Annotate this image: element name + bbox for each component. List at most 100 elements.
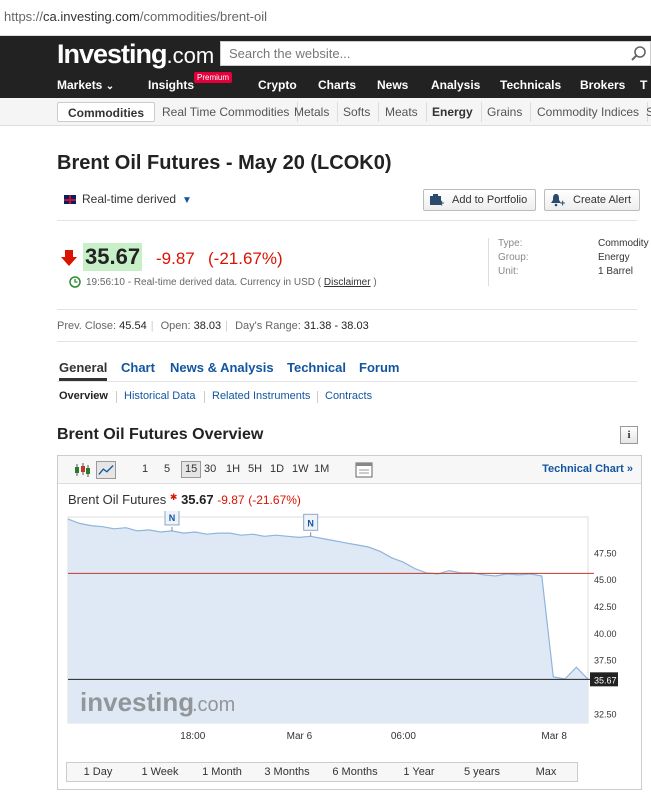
nav-more[interactable]: T: [640, 78, 647, 92]
news-marker-label: N: [169, 513, 176, 523]
last-price: 35.67: [83, 243, 143, 271]
timeframe-30[interactable]: 30: [204, 463, 216, 475]
range-1-year[interactable]: 1 Year: [389, 766, 449, 778]
site-logo[interactable]: Investing.com: [57, 39, 214, 70]
subnav-real-time-commodities[interactable]: Real Time Commodities: [162, 102, 299, 122]
nav-insights[interactable]: Insights: [148, 78, 194, 92]
price-chart[interactable]: 47.50 45.00 42.50 40.00 37.50 35.67 32.50 18:00…: [58, 511, 641, 756]
chart-widget: 1 5 15 30 1H 5H 1D 1W 1M Technical Chart…: [57, 455, 642, 790]
subnav-softs[interactable]: Softs: [343, 102, 380, 122]
timeframe-1d[interactable]: 1D: [270, 463, 284, 475]
range-1-week[interactable]: 1 Week: [129, 766, 191, 778]
subnav-commodity-indices[interactable]: Commodity Indices: [537, 102, 649, 122]
premium-badge: Premium: [194, 72, 233, 83]
timeframe-5h[interactable]: 5H: [248, 463, 262, 475]
subtab-related-instruments[interactable]: Related Instruments: [212, 390, 310, 402]
timeframe-1h[interactable]: 1H: [226, 463, 240, 475]
nav-crypto[interactable]: Crypto: [258, 78, 297, 92]
divider: [57, 220, 637, 221]
nav-analysis[interactable]: Analysis: [431, 78, 480, 92]
divider: [204, 391, 205, 403]
nav-charts[interactable]: Charts: [318, 78, 356, 92]
meta-row-group: Group: Energy: [498, 252, 648, 266]
x-tick-label: 18:00: [180, 731, 205, 742]
instrument-tabs: General Chart News & Analysis Technical …: [57, 358, 637, 382]
prev-close-label: Prev. Close:: [57, 320, 117, 332]
x-tick-label: Mar 6: [287, 731, 313, 742]
nav-brokers[interactable]: Brokers: [580, 78, 625, 92]
range-5-years[interactable]: 5 years: [449, 766, 515, 778]
y-tick-label: 45.00: [594, 575, 617, 585]
timeframe-1m[interactable]: 1M: [314, 463, 329, 475]
search-input[interactable]: [221, 42, 611, 65]
y-tick-label: 32.50: [594, 709, 617, 719]
realtime-dropdown[interactable]: Real-time derived ▼: [64, 192, 192, 206]
watermark-logo-suffix: .com: [192, 694, 235, 716]
range-1-day[interactable]: 1 Day: [67, 766, 129, 778]
range-6-months[interactable]: 6 Months: [321, 766, 389, 778]
chevron-down-icon: ⌄: [105, 81, 115, 92]
subtab-overview[interactable]: Overview: [59, 390, 108, 402]
settings-window-icon[interactable]: [354, 461, 374, 479]
tab-news-analysis[interactable]: News & Analysis: [170, 360, 274, 375]
timeframe-5[interactable]: 5: [164, 463, 170, 475]
chart-label-price: 35.67: [181, 492, 214, 507]
line-chart-icon[interactable]: [96, 461, 116, 479]
subnav-commodities[interactable]: Commodities: [57, 102, 156, 122]
price-change-percent: (-21.67%): [208, 249, 283, 268]
y-tick-label: 37.50: [594, 656, 617, 666]
meta-row-unit: Unit: 1 Barrel: [498, 266, 648, 280]
meta-value: Energy: [598, 252, 630, 263]
search-box: [220, 41, 651, 66]
tab-forum[interactable]: Forum: [359, 360, 399, 375]
tab-chart[interactable]: Chart: [121, 360, 155, 375]
url-host: ca.investing.com: [43, 9, 140, 24]
range-3-months[interactable]: 3 Months: [253, 766, 321, 778]
disclaimer-link[interactable]: Disclaimer: [324, 277, 371, 288]
subtab-historical-data[interactable]: Historical Data: [124, 390, 196, 402]
meta-key: Unit:: [498, 266, 519, 277]
site-header: Investing.com: [0, 36, 651, 72]
url-prefix: https://: [4, 9, 44, 24]
nav-markets[interactable]: Markets ⌄: [57, 78, 114, 92]
main-nav: Markets ⌄ Insights Premium Crypto Charts…: [0, 72, 651, 98]
prev-close-value: 45.54: [119, 320, 147, 332]
day-range-value: 31.38 - 38.03: [303, 320, 369, 332]
arrow-down-icon: [61, 250, 77, 266]
chart-label-name: Brent Oil Futures: [68, 492, 167, 507]
info-button[interactable]: i: [620, 426, 638, 444]
create-alert-button[interactable]: + Create Alert: [544, 189, 641, 211]
clock-icon: [69, 276, 81, 288]
timeframe-1[interactable]: 1: [142, 463, 148, 475]
browser-url-bar[interactable]: https://ca.investing.com/commodities/bre…: [0, 0, 651, 36]
subnav-metals[interactable]: Metals: [294, 102, 339, 122]
chart-label: Brent Oil Futures ✱ 35.67 -9.87 (-21.67%…: [68, 492, 301, 507]
y-tick-label: 40.00: [594, 629, 617, 639]
news-marker-label: N: [307, 518, 314, 528]
add-to-portfolio-button[interactable]: + Add to Portfolio: [423, 189, 537, 211]
chart-label-percent: (-21.67%): [248, 493, 301, 507]
subnav-grains[interactable]: Grains: [487, 102, 532, 122]
subnav-more[interactable]: S: [646, 102, 651, 122]
range-max[interactable]: Max: [515, 766, 577, 778]
nav-technicals[interactable]: Technicals: [500, 78, 561, 92]
search-icon[interactable]: [630, 45, 648, 63]
svg-text:+: +: [439, 198, 444, 207]
tab-general[interactable]: General: [59, 360, 108, 381]
timeframe-1w[interactable]: 1W: [292, 463, 309, 475]
tab-technical[interactable]: Technical: [287, 360, 346, 375]
meta-value: Commodity: [598, 238, 649, 249]
meta-row-type: Type: Commodity: [498, 238, 649, 252]
timeframe-15[interactable]: 15: [181, 461, 202, 478]
candlestick-icon[interactable]: [72, 461, 92, 479]
y-tick-label: 47.50: [594, 548, 617, 558]
subnav-meats[interactable]: Meats: [385, 102, 427, 122]
y-tick-label: 42.50: [594, 602, 617, 612]
subtab-contracts[interactable]: Contracts: [325, 390, 372, 402]
divider: [116, 391, 117, 403]
nav-news[interactable]: News: [377, 78, 408, 92]
sub-nav: Commodities Real Time Commodities Metals…: [0, 98, 651, 126]
technical-chart-link[interactable]: Technical Chart »: [542, 463, 633, 475]
subnav-energy[interactable]: Energy: [432, 102, 482, 122]
range-1-month[interactable]: 1 Month: [191, 766, 253, 778]
